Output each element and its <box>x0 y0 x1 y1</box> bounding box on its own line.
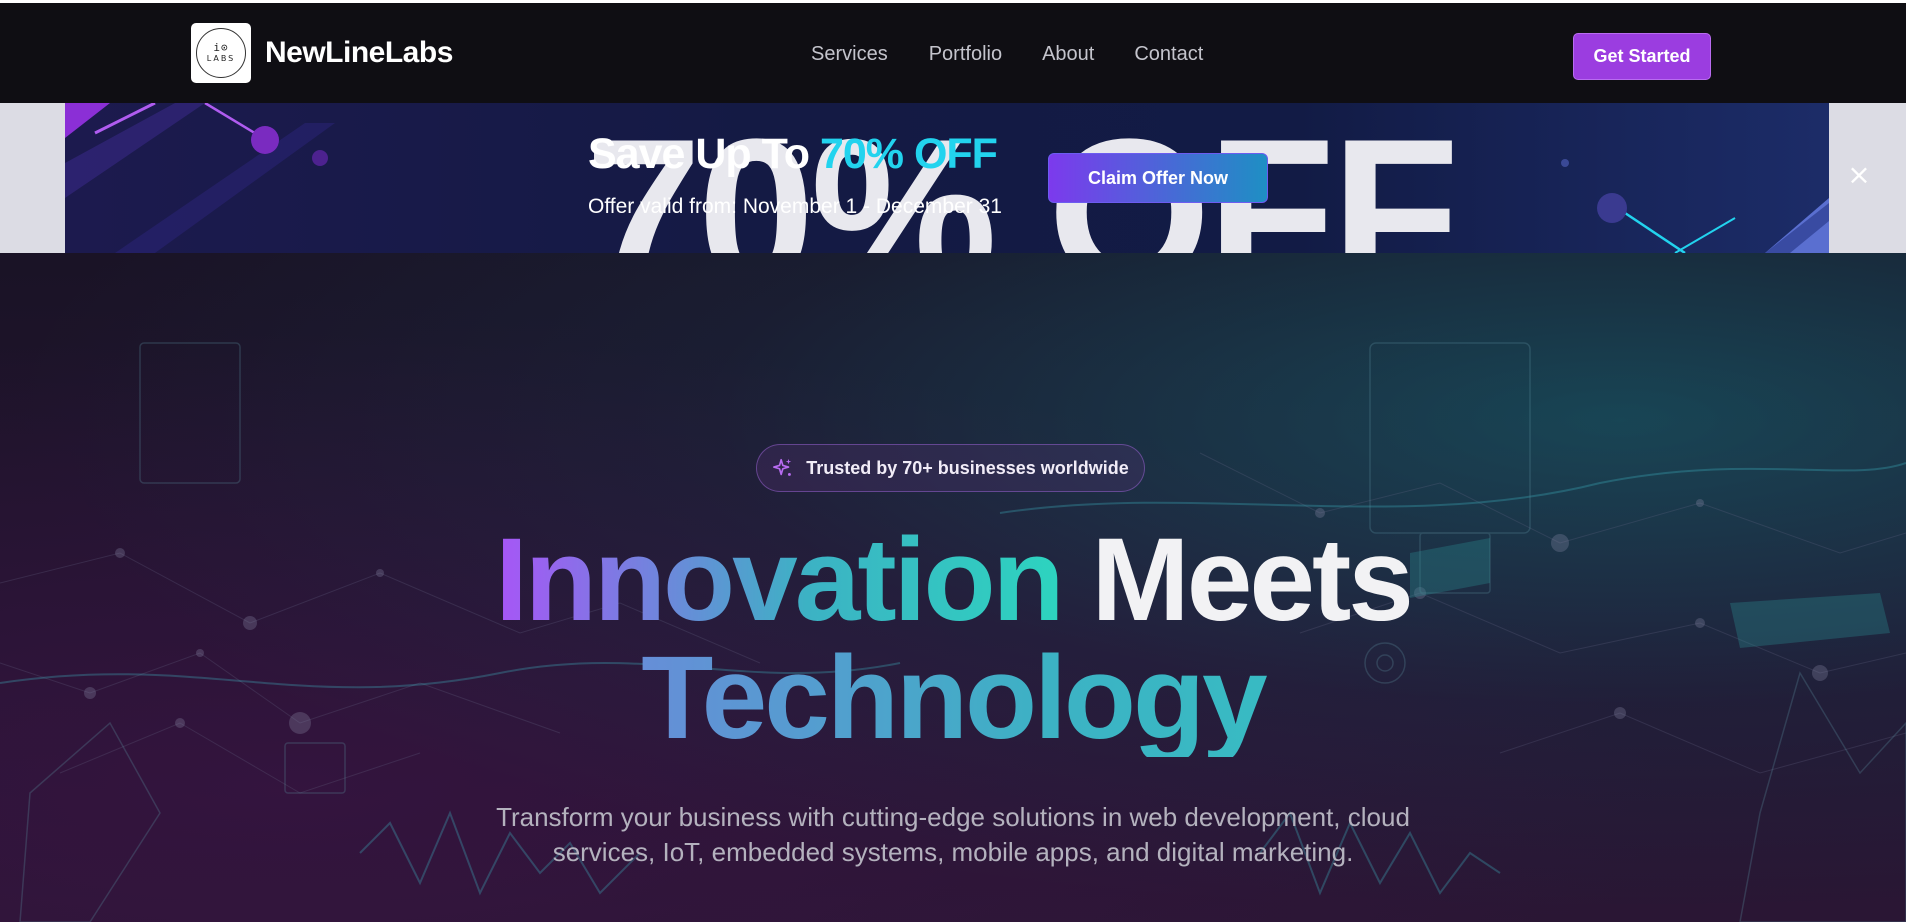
nav-portfolio[interactable]: Portfolio <box>929 43 1002 66</box>
logo-text: LABS <box>206 54 236 63</box>
trust-badge: Trusted by 70+ businesses worldwide <box>756 444 1145 492</box>
hero-title-innovation: Innovation <box>495 514 1065 646</box>
navbar: i⊙ LABS NewLineLabs Services Portfolio A… <box>0 0 1906 103</box>
hero-subtitle-line1: Transform your business with cutting-edg… <box>496 802 1410 832</box>
main-nav: Services Portfolio About Contact <box>811 43 1203 66</box>
brand-home-link[interactable]: i⊙ LABS NewLineLabs <box>191 23 453 83</box>
hero-title-line1: Innovation Meets <box>0 521 1906 639</box>
claim-offer-button[interactable]: Claim Offer Now <box>1048 153 1268 203</box>
promo-headline-accent: 70% OFF <box>819 130 998 178</box>
hero-section: Trusted by 70+ businesses worldwide Inno… <box>0 253 1906 922</box>
logo: i⊙ LABS <box>191 23 251 83</box>
logo-top-text: i⊙ <box>213 41 229 54</box>
nav-services[interactable]: Services <box>811 43 888 66</box>
hero-subtitle-line2: services, IoT, embedded systems, mobile … <box>552 837 1354 867</box>
get-started-button[interactable]: Get Started <box>1573 33 1711 80</box>
brand-name: NewLineLabs <box>265 36 453 69</box>
hero-subtitle: Transform your business with cutting-edg… <box>453 800 1453 870</box>
nav-about[interactable]: About <box>1042 43 1094 66</box>
promo-headline: Save Up To 70% OFF <box>588 130 998 179</box>
hero-title-technology: Technology <box>0 639 1906 757</box>
promo-headline-prefix: Save Up To <box>588 130 820 178</box>
sparkle-icon <box>773 458 792 476</box>
promo-validity: Offer valid from: November 1 - December … <box>588 195 1002 218</box>
trust-text: Trusted by 70+ businesses worldwide <box>806 457 1129 478</box>
nav-contact[interactable]: Contact <box>1134 43 1203 66</box>
logo-mark: i⊙ LABS <box>196 28 246 78</box>
close-icon[interactable]: × <box>1846 161 1872 189</box>
hero-title: Innovation Meets Technology <box>0 521 1906 757</box>
hero-title-meets: Meets <box>1091 514 1413 646</box>
